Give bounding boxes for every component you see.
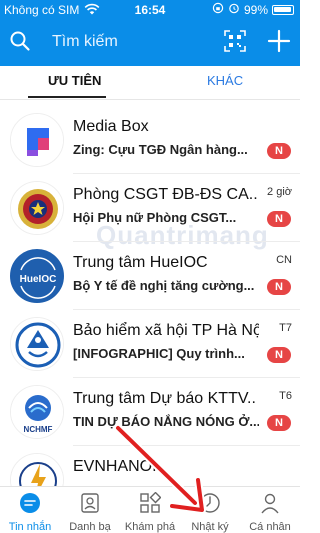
nav-label: Khám phá xyxy=(124,521,176,533)
battery-icon xyxy=(272,4,294,15)
app-header: Không có SIM 16:54 99% Tìm kiếm xyxy=(0,0,300,66)
new-badge: N xyxy=(267,211,291,227)
chat-time: 2 giờ xyxy=(267,186,292,198)
chat-row-evnhanoi[interactable]: EVNHANOI xyxy=(0,446,300,486)
new-badge: N xyxy=(267,347,291,363)
nav-messages[interactable]: Tin nhắn xyxy=(0,487,60,533)
nav-discover[interactable]: Khám phá xyxy=(120,487,180,533)
chat-time: T6 xyxy=(279,390,292,402)
new-badge: N xyxy=(267,279,291,295)
chat-row-nchmf[interactable]: NCHMF Trung tâm Dự báo KTTV... T6 TIN DỰ… xyxy=(0,378,300,446)
evn-logo-avatar xyxy=(10,453,64,486)
chat-title: Trung tâm Dự báo KTTV... xyxy=(73,390,257,407)
active-tab-indicator xyxy=(28,96,106,98)
search-bar: Tìm kiếm xyxy=(0,24,300,60)
chat-icon xyxy=(19,492,41,519)
tab-priority[interactable]: ƯU TIÊN xyxy=(48,73,101,88)
bhxh-logo-avatar xyxy=(10,317,64,371)
nav-label: Danh bạ xyxy=(69,521,111,533)
nchmf-logo-avatar: NCHMF xyxy=(10,385,64,439)
nav-contacts[interactable]: Danh bạ xyxy=(60,487,120,533)
battery-percent: 99% xyxy=(243,2,268,17)
chat-time: T7 xyxy=(279,322,292,334)
nav-profile[interactable]: Cá nhân xyxy=(240,487,300,533)
person-icon xyxy=(259,492,281,519)
media-box-logo-avatar xyxy=(10,113,64,167)
new-badge: N xyxy=(267,143,291,159)
qr-scan-icon[interactable] xyxy=(224,30,246,57)
chat-row-bhxh[interactable]: Bảo hiểm xã hội TP Hà Nội T7 [INFOGRAPHI… xyxy=(0,310,300,378)
conversation-tabs: ƯU TIÊN KHÁC xyxy=(0,66,300,100)
hueioc-logo-avatar: HueIOC xyxy=(10,249,64,303)
nav-label: Cá nhân xyxy=(249,521,291,533)
tab-other[interactable]: KHÁC xyxy=(207,73,243,88)
chat-title: Phòng CSGT ĐB-ĐS CA... xyxy=(73,186,257,203)
svg-text:HueIOC: HueIOC xyxy=(20,274,57,285)
nav-label: Tin nhắn xyxy=(8,521,52,533)
csgt-emblem-avatar xyxy=(10,181,64,235)
chat-row-hueioc[interactable]: HueIOC Trung tâm HueIOC CN Bộ Y tế đề ng… xyxy=(0,242,300,310)
chat-list[interactable]: Quantrimang Media Box Zing: Cựu TGĐ Ngân… xyxy=(0,100,300,486)
chat-title: EVNHANOI xyxy=(73,458,157,475)
nav-label: Nhật ký xyxy=(191,521,229,533)
clock-icon xyxy=(199,492,221,519)
svg-text:NCHMF: NCHMF xyxy=(24,425,53,434)
chat-preview: Hội Phụ nữ Phòng CSGT... xyxy=(73,210,237,225)
chat-preview: TIN DỰ BÁO NẮNG NÓNG Ở... xyxy=(73,414,259,429)
alarm-icon xyxy=(228,2,240,17)
status-bar: Không có SIM 16:54 99% xyxy=(0,0,300,20)
discover-icon xyxy=(139,491,162,519)
chat-row-csgt[interactable]: Phòng CSGT ĐB-ĐS CA... 2 giờ Hội Phụ nữ … xyxy=(0,174,300,242)
add-icon[interactable] xyxy=(266,28,292,59)
chat-title: Media Box xyxy=(73,118,149,135)
chat-title: Bảo hiểm xã hội TP Hà Nội xyxy=(73,322,259,339)
bottom-nav: Tin nhắn Danh bạ Khám phá Nhật ký Cá nhâ… xyxy=(0,486,300,533)
chat-preview: Zing: Cựu TGĐ Ngân hàng... xyxy=(73,142,248,157)
chat-preview: Bộ Y tế đề nghị tăng cường... xyxy=(73,278,255,293)
chat-time: CN xyxy=(276,254,292,266)
new-badge: N xyxy=(267,415,291,431)
search-icon[interactable] xyxy=(8,29,32,58)
search-input[interactable]: Tìm kiếm xyxy=(52,33,118,51)
rotation-lock-icon xyxy=(212,2,224,17)
chat-row-media-box[interactable]: Media Box Zing: Cựu TGĐ Ngân hàng... N xyxy=(0,106,300,174)
chat-title: Trung tâm HueIOC xyxy=(73,254,208,271)
nav-timeline[interactable]: Nhật ký xyxy=(180,487,240,533)
contacts-icon xyxy=(79,492,101,519)
chat-preview: [INFOGRAPHIC] Quy trình... xyxy=(73,346,245,361)
